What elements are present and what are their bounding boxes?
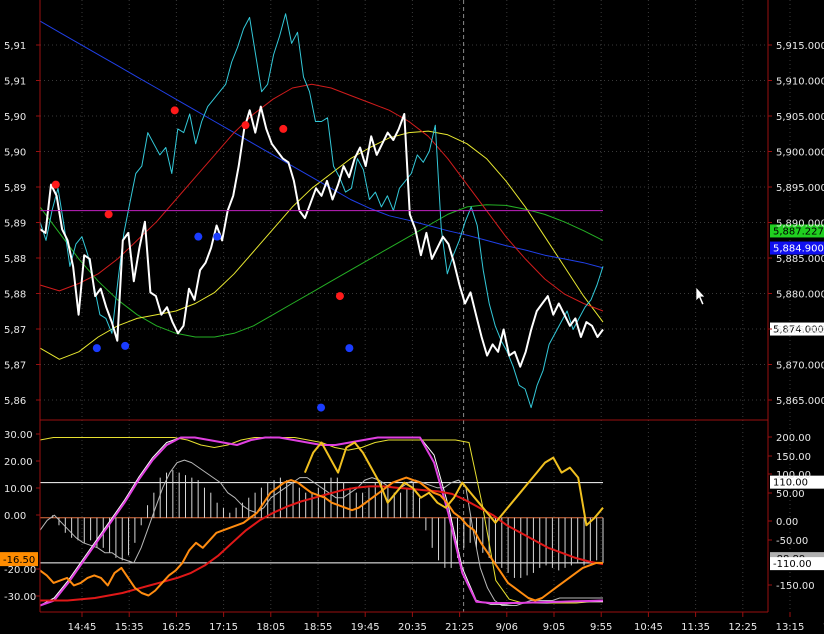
price-value-label: 5,884.900: [773, 244, 824, 255]
price-panel: 5,887.2275,884.9005,874.000: [39, 13, 824, 412]
price-left-tick-label: 5,89: [4, 183, 26, 194]
price-left-tick-label: 5,88: [4, 254, 26, 265]
price-right-tick-label: 5,915.000: [776, 41, 824, 52]
price-right-tick-label: 5,870.000: [776, 361, 824, 372]
x-tick-label: 10:45: [634, 622, 663, 633]
axes: 14:45 15:35 16:25 17:15 18:05 18:55 19:45 20:35…: [4, 0, 824, 633]
signal-marker-blue: [121, 341, 130, 350]
series-price: [39, 105, 604, 368]
signal-marker-blue: [345, 344, 354, 353]
osc-left-tick-label: -20.00: [4, 565, 36, 576]
signal-marker-blue: [213, 232, 222, 241]
osc-left-tick-label: -30.00: [4, 592, 36, 603]
price-left-tick-label: 5,90: [4, 112, 26, 123]
x-tick-label: 21:25: [445, 622, 474, 633]
osc-right-tick-label: 0.00: [776, 517, 798, 528]
x-tick-label: 19:45: [351, 622, 380, 633]
series-ma_green: [39, 204, 604, 338]
osc-left-tick-label: 10.00: [4, 484, 33, 495]
series-white_env: [39, 437, 603, 606]
price-left-tick-label: 5,87: [4, 325, 26, 336]
x-tick-label: 18:55: [304, 622, 333, 633]
price-left-tick-label: 5,87: [4, 361, 26, 372]
series-magenta_env: [39, 436, 604, 607]
osc-right-tick-label: 50.00: [776, 489, 805, 500]
signal-marker-blue: [92, 344, 101, 353]
price-right-tick-label: 5,865.000: [776, 396, 824, 407]
price-left-tick-label: 5,86: [4, 396, 26, 407]
osc-right-tick-label: -50.00: [776, 536, 808, 547]
signal-marker-red: [335, 292, 344, 301]
price-left-tick-label: 5,91: [4, 41, 26, 52]
osc-right-tick-label: 150.00: [776, 452, 811, 463]
osc-right-value-label: -110.00: [773, 559, 812, 570]
osc-left-tick-label: 0.00: [4, 511, 26, 522]
signal-marker-red: [279, 124, 288, 133]
x-tick-label: 12:25: [728, 622, 757, 633]
osc-left-tick-label: 30.00: [4, 430, 33, 441]
x-tick-label: 13:15: [776, 622, 805, 633]
x-tick-label: 16:25: [162, 622, 191, 633]
osc-right-tick-label: 100.00: [776, 470, 811, 481]
signal-marker-blue: [317, 403, 326, 412]
x-tick-label: 9/06: [496, 622, 518, 633]
x-tick-label: 20:35: [398, 622, 427, 633]
osc-left-tick-label: 20.00: [4, 457, 33, 468]
series-ma_yellow: [39, 130, 604, 360]
x-tick-label: 17:15: [209, 622, 238, 633]
price-left-tick-label: 5,90: [4, 148, 26, 159]
chart-canvas: 5,887.2275,884.9005,874.000 -16.50110.00…: [0, 0, 824, 633]
x-tick-label: 14:45: [68, 622, 97, 633]
price-right-tick-label: 5,885.000: [776, 254, 824, 265]
x-tick-label: 11:35: [681, 622, 710, 633]
price-right-tick-label: 5,890.000: [776, 219, 824, 230]
price-right-tick-label: 5,900.000: [776, 148, 824, 159]
price-right-tick-label: 5,910.000: [776, 77, 824, 88]
mouse-cursor-icon: [695, 286, 706, 306]
signal-marker-red: [241, 121, 250, 130]
osc-right-tick-label: -150.00: [776, 581, 815, 592]
price-left-tick-label: 5,91: [4, 77, 26, 88]
signal-marker-blue: [194, 232, 203, 241]
price-right-tick-label: 5,895.000: [776, 183, 824, 194]
price-left-tick-label: 5,89: [4, 219, 26, 230]
osc-right-tick-label: 200.00: [776, 433, 811, 444]
signal-marker-red: [104, 210, 113, 219]
price-right-tick-label: 5,880.000: [776, 290, 824, 301]
x-tick-label: 15:35: [115, 622, 144, 633]
price-right-tick-label: 5,905.000: [776, 112, 824, 123]
x-tick-label: 9:55: [590, 622, 612, 633]
x-tick-label: 18:05: [256, 622, 285, 633]
signal-marker-red: [51, 180, 60, 189]
price-right-tick-label: 5,875.000: [776, 325, 824, 336]
price-left-tick-label: 5,88: [4, 290, 26, 301]
x-tick-label: 9:05: [543, 622, 565, 633]
series-yellow_env: [39, 437, 603, 604]
signal-marker-red: [170, 106, 179, 115]
